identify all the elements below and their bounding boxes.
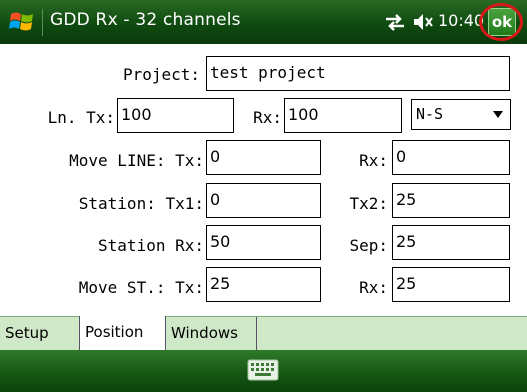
ok-button[interactable]: ok (488, 8, 516, 36)
clock[interactable]: 10:40 (438, 11, 484, 30)
move-st-rx-label: Rx: (359, 278, 388, 297)
ln-tx-label: Ln. Tx: (47, 108, 115, 127)
station-tx1-input[interactable]: 0 (206, 183, 321, 218)
connectivity-icon[interactable] (383, 8, 407, 36)
move-st-tx-input[interactable]: 25 (206, 267, 321, 302)
direction-value: N-S (416, 105, 444, 123)
project-input[interactable]: test project (206, 56, 510, 91)
soft-key-bar (0, 350, 527, 392)
direction-select[interactable]: N-S (411, 99, 511, 130)
volume-icon[interactable] (412, 8, 436, 36)
title-bar: GDD Rx - 32 channels 10:40 ok (0, 0, 527, 44)
sep-label: Sep: (349, 236, 388, 255)
ln-rx-label: Rx: (253, 108, 282, 127)
ln-rx-input[interactable]: 100 (284, 98, 402, 133)
sep-input[interactable]: 25 (392, 225, 510, 260)
station-rx-input[interactable]: 50 (206, 225, 321, 260)
station-tx2-input[interactable]: 25 (392, 183, 510, 218)
tab-bar: Setup Position Windows (0, 316, 527, 350)
tab-setup[interactable]: Setup (0, 317, 80, 350)
move-line-tx-label: Move LINE: Tx: (69, 151, 204, 170)
move-line-tx-input[interactable]: 0 (206, 140, 321, 175)
tab-windows[interactable]: Windows (166, 317, 257, 350)
ln-tx-input[interactable]: 100 (117, 98, 234, 133)
window-title: GDD Rx - 32 channels (50, 10, 241, 30)
move-line-rx-input[interactable]: 0 (392, 140, 510, 175)
move-st-tx-label: Move ST.: Tx: (78, 278, 204, 297)
move-st-rx-input[interactable]: 25 (392, 267, 510, 302)
tab-position[interactable]: Position (79, 316, 166, 350)
windows-start-icon[interactable] (8, 8, 36, 36)
station-tx2-label: Tx2: (349, 194, 388, 213)
station-tx1-label: Station: Tx1: (78, 194, 204, 213)
project-label: Project: (122, 65, 200, 84)
keyboard-icon[interactable] (247, 358, 279, 382)
station-rx-label: Station Rx: (98, 236, 204, 255)
move-line-rx-label: Rx: (359, 151, 388, 170)
title-separator (42, 9, 43, 36)
chevron-down-icon (493, 111, 503, 118)
